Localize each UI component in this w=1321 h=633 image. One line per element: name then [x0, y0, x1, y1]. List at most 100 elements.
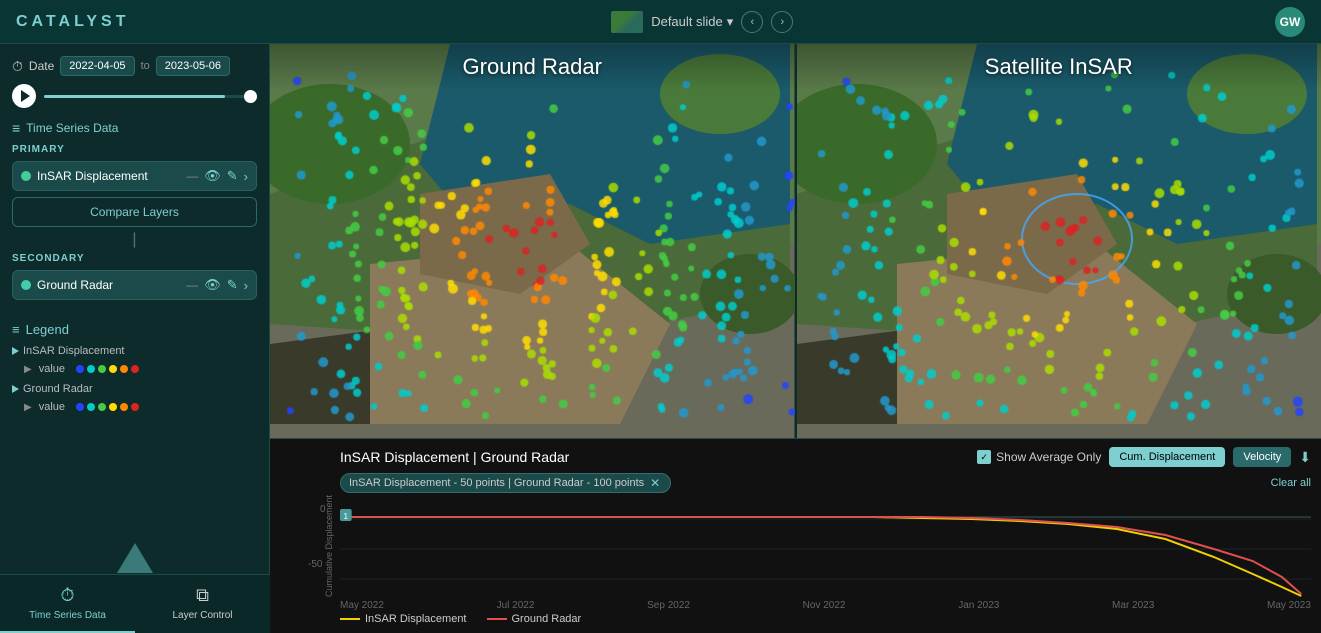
main-content: Ground Radar — [270, 44, 1321, 633]
date-section: ⏱ Date 2022-04-05 to 2023-05-06 — [12, 56, 257, 108]
radar-line-sample — [487, 618, 507, 620]
chevron-right-icon-2[interactable]: › — [244, 278, 248, 293]
expand-icon-2[interactable] — [12, 385, 19, 393]
x-label-4: Jan 2023 — [958, 600, 999, 611]
left-map-canvas[interactable] — [270, 44, 795, 438]
x-axis-labels: May 2022 Jul 2022 Sep 2022 Nov 2022 Jan … — [340, 600, 1311, 611]
time-series-tab-icon: ⏱ — [60, 585, 74, 606]
chart-title: InSAR Displacement | Ground Radar — [340, 449, 569, 465]
legend-radar-dot-blue — [76, 403, 84, 411]
list-icon: ≡ — [12, 120, 20, 136]
timeline-slider[interactable] — [44, 95, 257, 98]
legend-insar-label: InSAR Displacement — [365, 613, 467, 625]
legend-title: ≡ Legend — [12, 322, 257, 337]
legend-insar-line: InSAR Displacement — [340, 613, 467, 625]
clear-all-button[interactable]: Clear all — [1271, 477, 1311, 489]
header: CATALYST Default slide ▾ ‹ › GW — [0, 0, 1321, 44]
show-average-toggle[interactable]: ✓ Show Average Only — [977, 450, 1101, 464]
tab-layer-control[interactable]: ⧉ Layer Control — [135, 575, 270, 633]
x-label-2: Sep 2022 — [647, 600, 690, 611]
secondary-layer-name: Ground Radar — [37, 278, 180, 292]
right-map-canvas[interactable] — [797, 44, 1321, 438]
legend-radar-item: Ground Radar ▶ value — [12, 383, 257, 415]
secondary-layer-controls: — 👁 ✎ › — [186, 277, 248, 293]
velocity-button[interactable]: Velocity — [1233, 447, 1291, 467]
edit-icon[interactable]: ✎ — [227, 168, 238, 184]
primary-layer-name: InSAR Displacement — [37, 169, 180, 183]
tab-layer-control-label: Layer Control — [172, 610, 232, 621]
expand-sub-icon-2[interactable]: ▶ — [24, 402, 32, 413]
timeline-slider-row — [12, 84, 257, 108]
svg-text:1: 1 — [344, 512, 348, 521]
slide-label[interactable]: Default slide ▾ — [651, 14, 733, 30]
filter-remove-button[interactable]: ✕ — [650, 476, 660, 490]
legend-radar-value-row: ▶ value — [24, 399, 257, 415]
compare-layers-button[interactable]: Compare Layers — [12, 197, 257, 227]
triangle-logo — [117, 543, 153, 573]
x-label-6: May 2023 — [1267, 600, 1311, 611]
chevron-down-icon: ▾ — [727, 14, 734, 30]
dash-icon: — — [186, 169, 198, 183]
legend-radar-title: Ground Radar — [12, 383, 257, 395]
legend-dot-yellow — [109, 365, 117, 373]
maps-container: Ground Radar — [270, 44, 1321, 438]
prev-slide-button[interactable]: ‹ — [741, 11, 763, 33]
download-button[interactable]: ⬇ — [1299, 449, 1311, 466]
legend-insar-item: InSAR Displacement ▶ value — [12, 345, 257, 377]
date-row: ⏱ Date 2022-04-05 to 2023-05-06 — [12, 56, 257, 76]
show-avg-label-text: Show Average Only — [996, 450, 1101, 464]
eye-icon[interactable]: 👁 — [204, 168, 221, 184]
tab-time-series[interactable]: ⏱ Time Series Data — [0, 575, 135, 633]
date-to-pill[interactable]: 2023-05-06 — [156, 56, 230, 76]
edit-icon-2[interactable]: ✎ — [227, 277, 238, 293]
primary-layer-controls: — 👁 ✎ › — [186, 168, 248, 184]
secondary-layer-row: Ground Radar — 👁 ✎ › — [12, 270, 257, 300]
chart-legend: InSAR Displacement Ground Radar — [340, 613, 1311, 625]
x-label-3: Nov 2022 — [803, 600, 846, 611]
eye-icon-2[interactable]: 👁 — [204, 277, 221, 293]
legend-radar-dot-red — [131, 403, 139, 411]
date-from-pill[interactable]: 2022-04-05 — [60, 56, 134, 76]
legend-radar-dot-green — [98, 403, 106, 411]
y-label-0: 0 — [320, 499, 326, 517]
legend-list-icon: ≡ — [12, 322, 20, 337]
secondary-label: SECONDARY — [12, 253, 257, 264]
tab-time-series-label: Time Series Data — [29, 610, 106, 621]
show-avg-checkbox[interactable]: ✓ — [977, 450, 991, 464]
legend-radar-label: Ground Radar — [512, 613, 582, 625]
left-map-title: Ground Radar — [270, 44, 795, 90]
user-avatar[interactable]: GW — [1275, 7, 1305, 37]
legend-dot-green — [98, 365, 106, 373]
y-label-2: -50 — [308, 554, 322, 572]
sidebar-bottom-tabs: ⏱ Time Series Data ⧉ Layer Control — [0, 574, 270, 633]
radar-dot — [21, 280, 31, 290]
legend-dot-red — [131, 365, 139, 373]
legend-dot-cyan — [87, 365, 95, 373]
chart-svg: 1 — [340, 499, 1311, 599]
chevron-right-icon[interactable]: › — [244, 169, 248, 184]
insar-line — [340, 517, 1301, 596]
slider-fill — [44, 95, 225, 98]
slider-thumb — [244, 90, 257, 103]
layer-control-tab-icon: ⧉ — [196, 585, 209, 606]
right-map-panel[interactable]: Satellite InSAR — [795, 44, 1321, 438]
legend-radar-dot-yellow — [109, 403, 117, 411]
cum-displacement-button[interactable]: Cum. Displacement — [1109, 447, 1225, 467]
next-slide-button[interactable]: › — [771, 11, 793, 33]
legend-radar-dot-cyan — [87, 403, 95, 411]
legend-radar-sub: value — [39, 401, 65, 413]
time-series-section: ≡ Time Series Data PRIMARY InSAR Displac… — [12, 120, 257, 306]
play-button[interactable] — [12, 84, 36, 108]
right-map-dots-canvas — [797, 44, 1321, 438]
to-label: to — [141, 60, 150, 72]
play-icon — [21, 90, 30, 102]
x-label-1: Jul 2022 — [497, 600, 535, 611]
legend-radar-dot-orange — [120, 403, 128, 411]
filter-row: InSAR Displacement - 50 points | Ground … — [340, 473, 1311, 493]
legend-dot-blue — [76, 365, 84, 373]
expand-icon[interactable] — [12, 347, 19, 355]
primary-label: PRIMARY — [12, 144, 257, 155]
left-map-panel[interactable]: Ground Radar — [270, 44, 795, 438]
expand-sub-icon[interactable]: ▶ — [24, 364, 32, 375]
filter-pill: InSAR Displacement - 50 points | Ground … — [340, 473, 671, 493]
